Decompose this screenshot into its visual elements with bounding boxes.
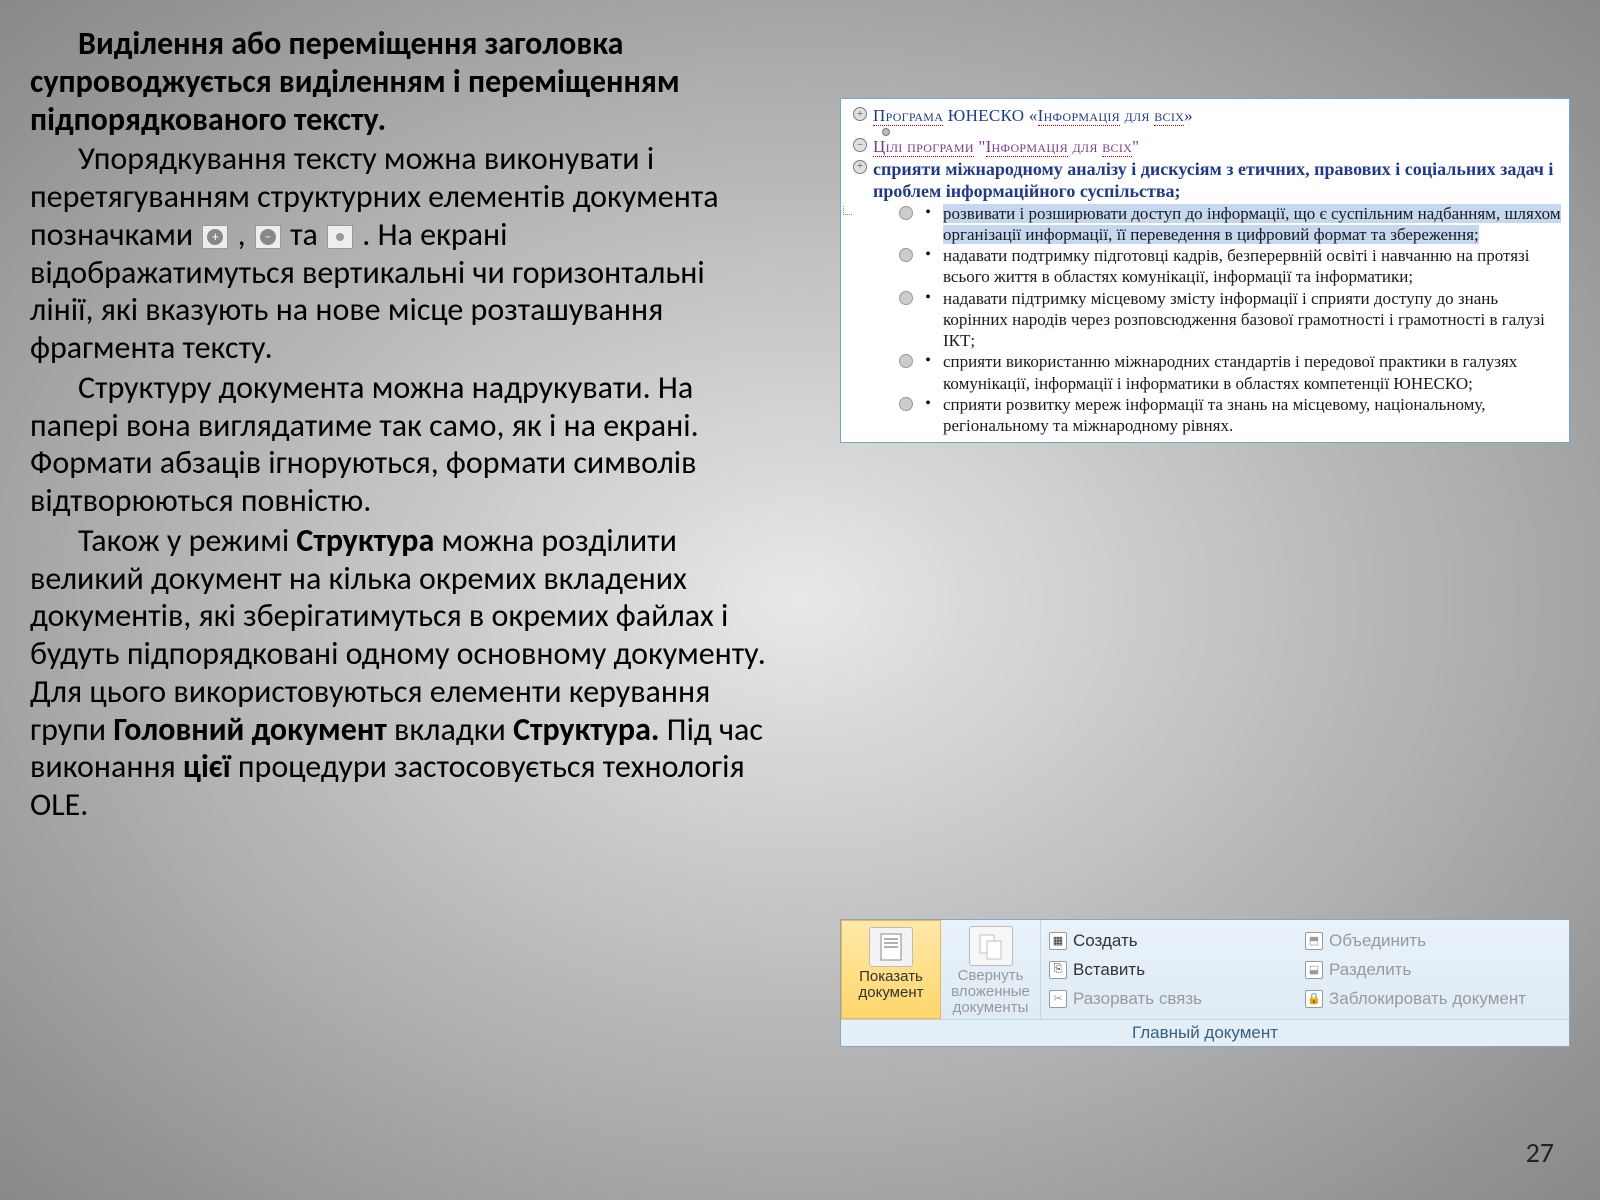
unlink-icon: ✂ xyxy=(1049,990,1067,1008)
unlink-button[interactable]: ✂Разорвать связь xyxy=(1049,984,1305,1013)
lock-button[interactable]: 🔒Заблокировать документ xyxy=(1305,984,1561,1013)
para-2: Упорядкування тексту можна виконувати і … xyxy=(30,140,770,367)
collapse-icon xyxy=(969,926,1013,966)
bullet-dot-icon xyxy=(899,397,913,411)
outline-corner-icon xyxy=(843,206,852,215)
minus-marker-icon: − xyxy=(255,225,281,249)
outline-h1: Програма ЮНЕСКО «Інформація для всіх» xyxy=(873,105,1561,126)
document-icon xyxy=(869,927,913,967)
outline-h3: сприяти міжнародному аналізу і дискусіям… xyxy=(873,158,1561,203)
ribbon-group-label: Главный документ xyxy=(841,1019,1569,1046)
expand-icon: + xyxy=(853,107,867,121)
merge-button[interactable]: ⬒Объединить xyxy=(1305,926,1561,955)
outline-bullet: • сприяти розвитку мереж інформації та з… xyxy=(847,394,1561,437)
outline-bullet: • розвивати і розширювати доступ до інфо… xyxy=(847,203,1561,246)
page-number: 27 xyxy=(1526,1135,1554,1170)
insert-icon: ⎘ xyxy=(1049,961,1067,979)
bullet-dot-icon xyxy=(899,206,913,220)
bullet-dot-icon xyxy=(899,291,913,305)
bullet-dot-icon xyxy=(899,354,913,368)
outline-bullet: • надавати подтримку підготовці кадрів, … xyxy=(847,245,1561,288)
para-4: Також у режимі Структура можна розділити… xyxy=(30,522,770,824)
collapse-icon: − xyxy=(853,138,867,152)
dot-marker-icon xyxy=(327,225,353,249)
create-button[interactable]: ▦Создать xyxy=(1049,926,1305,955)
merge-icon: ⬒ xyxy=(1305,932,1323,950)
plus-marker-icon: + xyxy=(202,225,228,249)
bullet-dot-icon xyxy=(899,248,913,262)
lock-icon: 🔒 xyxy=(1305,990,1323,1008)
outline-h2: Цілі програми "Інформація для всіх" xyxy=(873,136,1561,157)
create-icon: ▦ xyxy=(1049,932,1067,950)
ribbon-screenshot: Показать документ Свернуть вложенные док… xyxy=(840,919,1570,1047)
split-icon: ⬓ xyxy=(1305,961,1323,979)
split-button[interactable]: ⬓Разделить xyxy=(1305,955,1561,984)
expand-icon: + xyxy=(853,160,867,174)
show-document-button[interactable]: Показать документ xyxy=(841,920,941,1019)
insert-button[interactable]: ⎘Вставить xyxy=(1049,955,1305,984)
outline-bullet: • надавати підтримку місцевому змісту ін… xyxy=(847,288,1561,352)
outline-bullet: • сприяти використанню міжнародних станд… xyxy=(847,351,1561,394)
para-3: Структуру документа можна надрукувати. Н… xyxy=(30,369,770,520)
body-text: Виділення або переміщення заголовка супр… xyxy=(30,25,770,826)
dot-icon xyxy=(882,128,890,136)
outline-screenshot: + Програма ЮНЕСКО «Інформація для всіх» … xyxy=(840,98,1570,443)
collapse-subdocs-button[interactable]: Свернуть вложенные документы xyxy=(941,920,1041,1019)
para-1-bold: Виділення або переміщення заголовка супр… xyxy=(30,24,680,139)
